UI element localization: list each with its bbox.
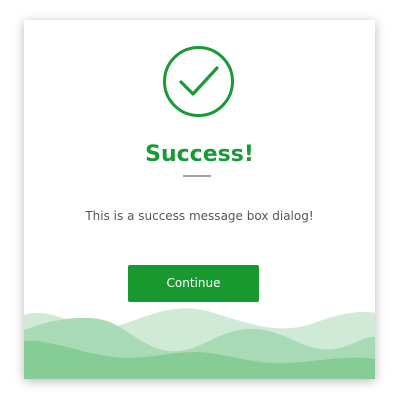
dialog-message: This is a success message box dialog! [85, 209, 314, 223]
check-circle-icon [163, 46, 234, 117]
decorative-waves [24, 308, 375, 379]
success-dialog: Success! This is a success message box d… [24, 20, 375, 379]
continue-button[interactable]: Continue [128, 265, 259, 302]
title-divider [183, 175, 211, 177]
dialog-title: Success! [145, 142, 254, 167]
